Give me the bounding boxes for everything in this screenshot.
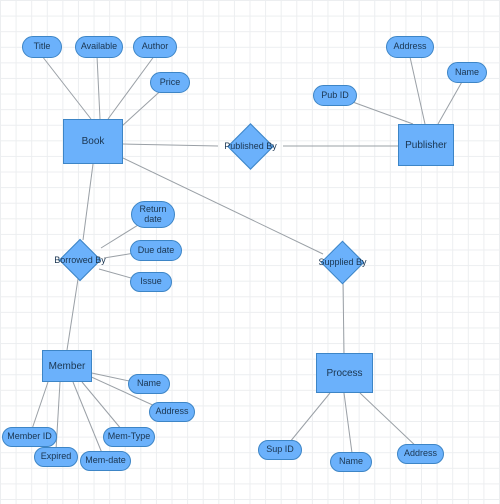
relationship-borrowed-by[interactable]: Borrowed By (50, 239, 110, 281)
attr-book-available[interactable]: Available (75, 36, 123, 58)
attr-book-author[interactable]: Author (133, 36, 177, 58)
attr-book-price-label: Price (160, 78, 181, 88)
attr-process-address-label: Address (404, 449, 437, 459)
entity-publisher-label: Publisher (405, 140, 447, 151)
relationship-published-by-label: Published By (224, 141, 277, 151)
attr-publisher-address[interactable]: Address (386, 36, 434, 58)
relationship-borrowed-by-label: Borrowed By (54, 255, 106, 265)
attr-book-title-label: Title (34, 42, 51, 52)
entity-member-label: Member (49, 361, 86, 372)
attr-member-expired-label: Expired (41, 452, 72, 462)
attr-member-address-label: Address (155, 407, 188, 417)
attr-book-author-label: Author (142, 42, 169, 52)
attr-process-supid[interactable]: Sup ID (258, 440, 302, 460)
attr-member-expired[interactable]: Expired (34, 447, 78, 467)
attr-borrowed-due-date[interactable]: Due date (130, 240, 182, 261)
entity-book-label: Book (82, 136, 105, 147)
attr-publisher-address-label: Address (393, 42, 426, 52)
attr-member-name-label: Name (137, 379, 161, 389)
attr-book-title[interactable]: Title (22, 36, 62, 58)
attr-member-memdate-label: Mem-date (85, 456, 126, 466)
entity-publisher[interactable]: Publisher (398, 124, 454, 166)
attr-publisher-name[interactable]: Name (447, 62, 487, 83)
attr-borrowed-return-date-label: Return date (132, 205, 174, 225)
attr-book-available-label: Available (81, 42, 117, 52)
entity-book[interactable]: Book (63, 119, 123, 164)
attr-member-memtype-label: Mem-Type (108, 432, 151, 442)
attr-borrowed-issue[interactable]: Issue (130, 272, 172, 292)
attr-process-address[interactable]: Address (397, 444, 444, 464)
entity-process-label: Process (326, 368, 362, 379)
attr-member-memtype[interactable]: Mem-Type (103, 427, 155, 447)
attr-member-address[interactable]: Address (149, 402, 195, 422)
attr-process-supid-label: Sup ID (266, 445, 294, 455)
attr-member-name[interactable]: Name (128, 374, 170, 394)
attr-process-name-label: Name (339, 457, 363, 467)
entity-process[interactable]: Process (316, 353, 373, 393)
attr-member-memberid[interactable]: Member ID (2, 427, 57, 447)
attr-borrowed-issue-label: Issue (140, 277, 162, 287)
attr-member-memberid-label: Member ID (7, 432, 52, 442)
attr-publisher-name-label: Name (455, 68, 479, 78)
attr-borrowed-return-date[interactable]: Return date (131, 201, 175, 228)
attr-process-name[interactable]: Name (330, 452, 372, 472)
attr-member-memdate[interactable]: Mem-date (80, 451, 131, 471)
attr-publisher-pubid-label: Pub ID (321, 91, 349, 101)
attr-book-price[interactable]: Price (150, 72, 190, 93)
relationship-supplied-by[interactable]: Supplied By (311, 240, 374, 284)
attr-borrowed-due-date-label: Due date (138, 246, 175, 256)
er-diagram-canvas: Book Publisher Member Process Published … (0, 0, 500, 504)
relationship-published-by[interactable]: Published By (218, 127, 283, 165)
relationship-supplied-by-label: Supplied By (318, 257, 366, 267)
attr-publisher-pubid[interactable]: Pub ID (313, 85, 357, 106)
entity-member[interactable]: Member (42, 350, 92, 382)
